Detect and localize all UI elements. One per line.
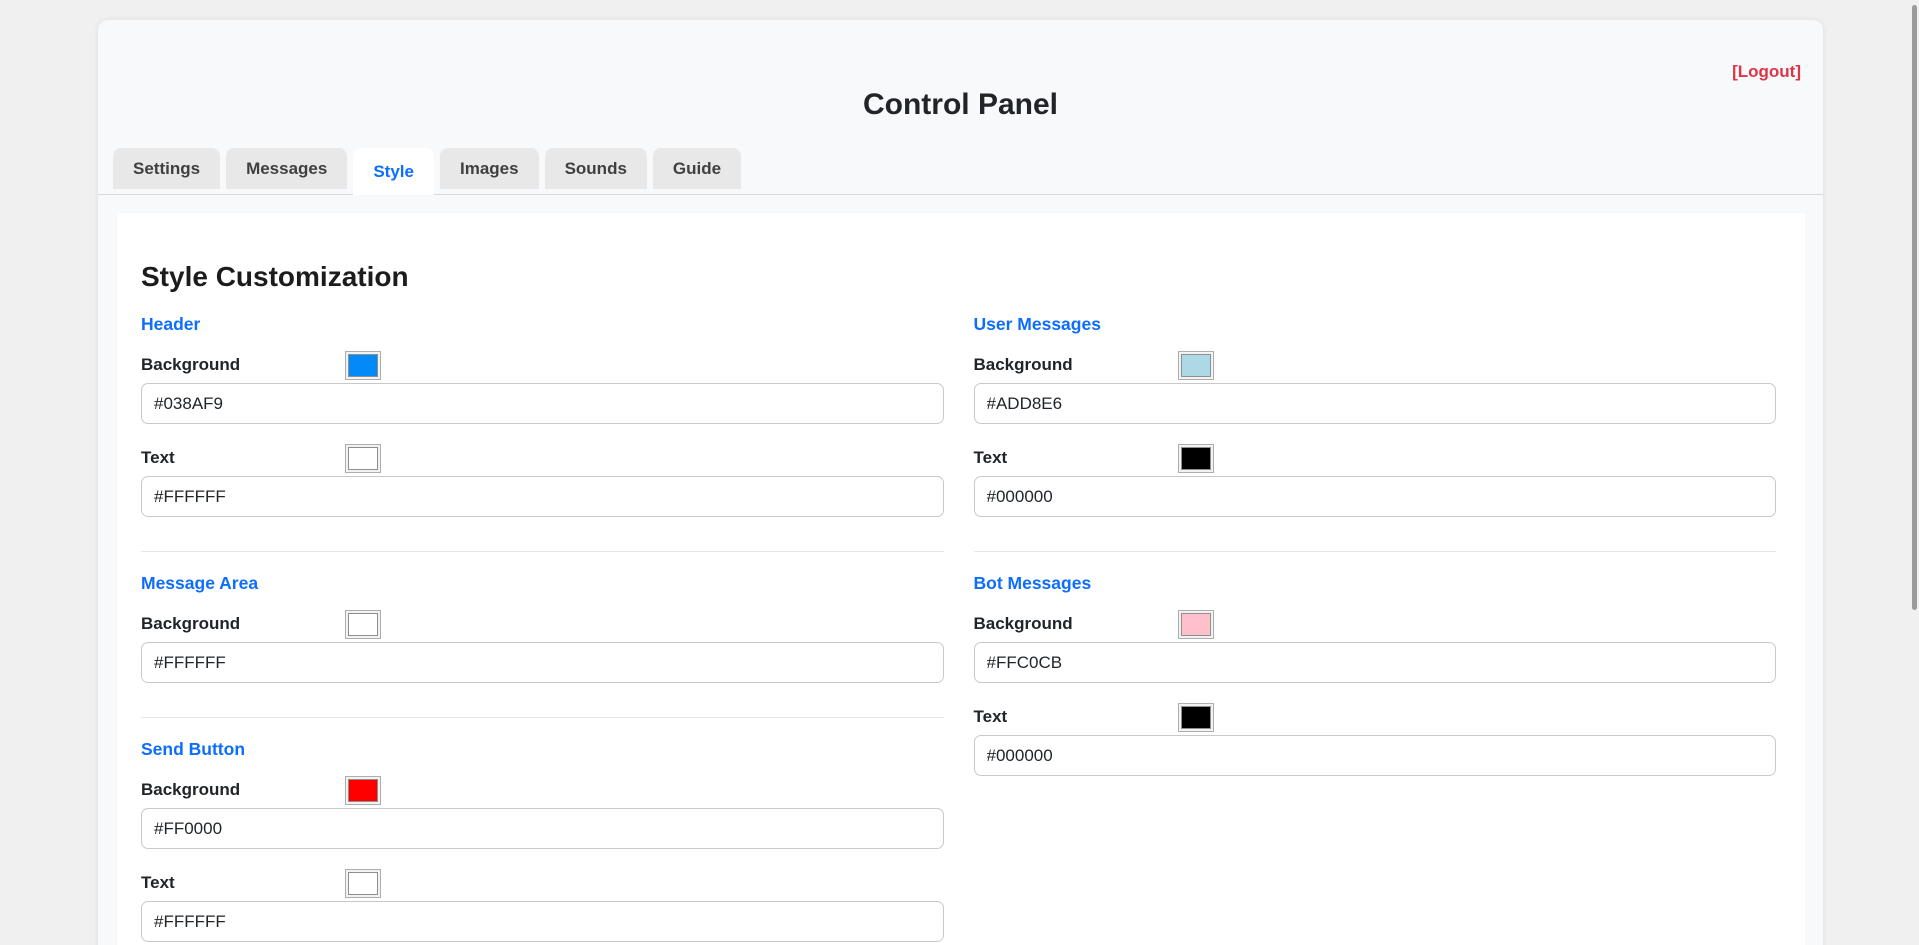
style-panel: Style Customization Header Background Te… [117, 213, 1805, 945]
color-value-input[interactable] [141, 901, 944, 942]
section-heading-bot-messages: Bot Messages [973, 573, 1092, 593]
header-background-field: Background [141, 350, 944, 424]
user-messages-background-field: Background [973, 350, 1776, 424]
control-panel-card: [Logout] Control Panel Settings Messages… [98, 20, 1823, 945]
color-value-input[interactable] [973, 642, 1776, 683]
user-messages-text-field: Text [973, 443, 1776, 517]
send-button-text-field: Text [141, 868, 944, 942]
section-heading-header: Header [141, 314, 201, 334]
color-value-input[interactable] [141, 808, 944, 849]
field-label: Background [973, 355, 1073, 374]
section-heading-message-area: Message Area [141, 573, 259, 593]
field-label: Text [973, 707, 1008, 726]
section-divider [973, 551, 1776, 552]
bot-messages-text-field: Text [973, 702, 1776, 776]
send-button-background-field: Background [141, 775, 944, 849]
field-label: Text [141, 448, 175, 467]
header-text-field: Text [141, 443, 944, 517]
swatch-fill [348, 612, 378, 636]
message-area-background-field: Background [141, 609, 944, 683]
swatch-fill [1180, 612, 1211, 636]
color-value-input[interactable] [141, 476, 944, 517]
color-swatch[interactable] [345, 868, 381, 898]
section-heading-user-messages: User Messages [973, 314, 1101, 334]
color-value-input[interactable] [141, 642, 944, 683]
swatch-fill [1180, 353, 1211, 377]
style-columns: Header Background Text Messag [141, 293, 1776, 942]
logout-link[interactable]: [Logout] [1732, 62, 1801, 82]
section-divider [141, 551, 944, 552]
page-title: Control Panel [862, 88, 1058, 121]
tab-images[interactable]: Images [439, 148, 539, 189]
vertical-scrollbar-thumb[interactable] [1912, 5, 1917, 610]
tab-sounds[interactable]: Sounds [544, 148, 647, 189]
field-label: Text [141, 873, 175, 892]
section-divider [141, 717, 944, 718]
panel-heading: Style Customization [141, 261, 409, 292]
field-label: Background [141, 355, 241, 374]
field-label: Background [973, 614, 1073, 633]
swatch-fill [348, 446, 378, 470]
tab-style[interactable]: Style [353, 148, 434, 195]
field-label: Background [141, 780, 241, 799]
swatch-fill [348, 871, 378, 895]
swatch-fill [1180, 705, 1211, 729]
color-value-input[interactable] [973, 383, 1776, 424]
field-label: Text [973, 448, 1008, 467]
left-column: Header Background Text Messag [141, 293, 944, 942]
tab-bar: Settings Messages Style Images Sounds Gu… [98, 148, 1823, 195]
color-value-input[interactable] [973, 476, 1776, 517]
right-column: User Messages Background Text [973, 293, 1776, 942]
swatch-fill [348, 353, 378, 377]
field-label: Background [141, 614, 241, 633]
tab-guide[interactable]: Guide [652, 148, 742, 189]
swatch-fill [348, 778, 378, 802]
color-swatch[interactable] [1177, 609, 1214, 639]
color-swatch[interactable] [1177, 702, 1214, 732]
color-swatch[interactable] [345, 609, 381, 639]
color-swatch[interactable] [345, 443, 381, 473]
bot-messages-background-field: Background [973, 609, 1776, 683]
color-swatch[interactable] [1177, 350, 1214, 380]
section-heading-send-button: Send Button [141, 739, 246, 759]
color-swatch[interactable] [345, 350, 381, 380]
tab-settings[interactable]: Settings [113, 148, 221, 189]
color-swatch[interactable] [1177, 443, 1214, 473]
color-swatch[interactable] [345, 775, 381, 805]
swatch-fill [1180, 446, 1211, 470]
color-value-input[interactable] [141, 383, 944, 424]
color-value-input[interactable] [973, 735, 1776, 776]
tab-messages[interactable]: Messages [226, 148, 348, 189]
